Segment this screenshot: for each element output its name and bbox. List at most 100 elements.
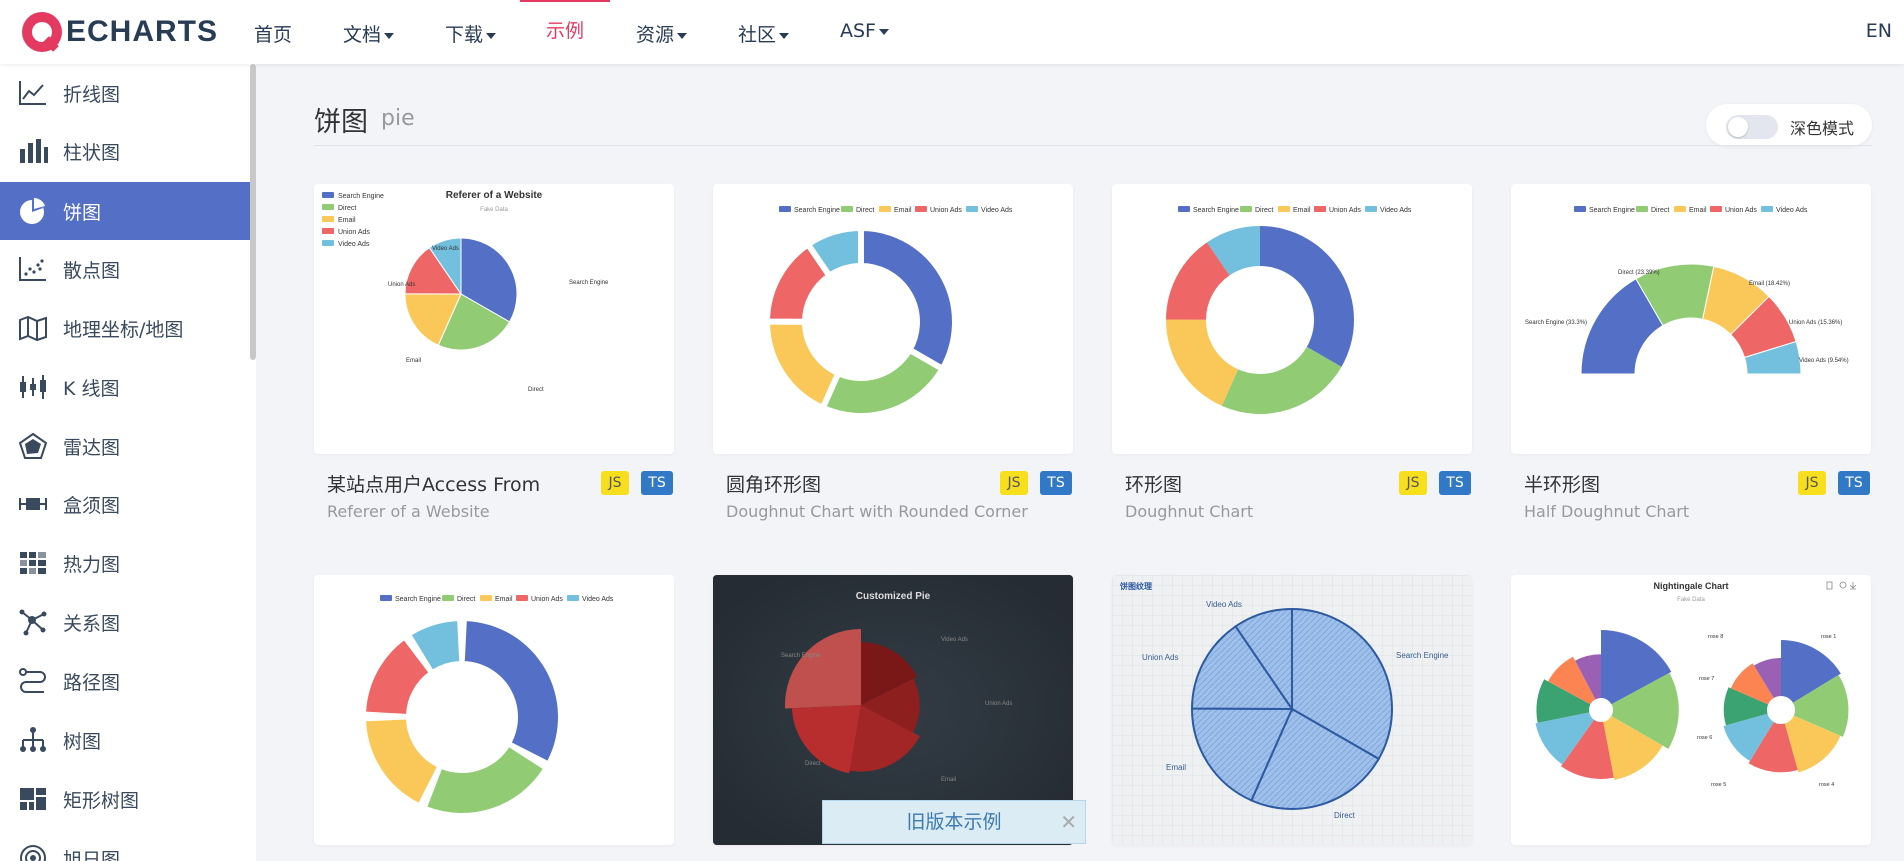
- sidebar-item-map[interactable]: 地理坐标/地图: [0, 299, 250, 357]
- svg-text:Video Ads: Video Ads: [582, 596, 614, 603]
- map-icon: [19, 315, 47, 342]
- bar-chart-icon: [20, 139, 48, 163]
- sidebar-item-lines[interactable]: 路径图: [0, 652, 250, 710]
- sidebar-scrollbar[interactable]: [250, 64, 256, 360]
- language-switch[interactable]: EN: [1866, 20, 1892, 42]
- card-title[interactable]: 半环形图: [1524, 470, 1600, 497]
- doughnut-series: [366, 621, 558, 813]
- sidebar-item-tree[interactable]: 树图: [0, 711, 250, 769]
- pie-label: rose 8: [1708, 634, 1723, 640]
- svg-text:Direct: Direct: [856, 207, 874, 214]
- js-badge[interactable]: JS: [1798, 471, 1826, 495]
- card-subtitle: Doughnut Chart: [1125, 502, 1254, 521]
- chart-type-sidebar: 折线图 柱状图 饼图 散点图 地理坐标/地图 K 线图 雷达图 盒须图 热力图 …: [0, 64, 256, 861]
- chart-preview: 饼图纹理 Video Ads Union Ads Email Direct Se…: [1112, 575, 1472, 845]
- old-version-label: 旧版本示例: [906, 811, 1002, 833]
- sidebar-item-label: 树图: [63, 730, 102, 753]
- sidebar-item-heatmap[interactable]: 热力图: [0, 534, 250, 592]
- sidebar-item-treemap[interactable]: 矩形树图: [0, 770, 250, 828]
- echarts-logo[interactable]: ECHARTS: [22, 10, 218, 54]
- sidebar-item-graph[interactable]: 关系图: [0, 593, 250, 651]
- pie-slice: [427, 747, 543, 813]
- example-card-doughnut-rounded[interactable]: Search Engine Direct Email Union Ads Vid…: [713, 184, 1073, 454]
- pie-slice: [366, 640, 429, 714]
- sidebar-item-candlestick[interactable]: K 线图: [0, 358, 250, 416]
- card-subtitle: Referer of a Website: [327, 502, 490, 521]
- ts-badge[interactable]: TS: [1040, 471, 1072, 495]
- js-badge[interactable]: JS: [601, 471, 629, 495]
- sidebar-item-radar[interactable]: 雷达图: [0, 417, 250, 475]
- example-card-nightingale[interactable]: Nightingale Chart Fake Data rose 8 rose …: [1511, 575, 1871, 845]
- example-card-doughnut[interactable]: Search Engine Direct Email Union Ads Vid…: [1112, 184, 1472, 454]
- card-title[interactable]: 圆角环形图: [726, 470, 821, 497]
- sidebar-item-label: 热力图: [63, 553, 121, 576]
- sidebar-item-boxplot[interactable]: 盒须图: [0, 475, 250, 533]
- nav-asf[interactable]: ASF: [840, 20, 889, 42]
- tree-icon: [20, 727, 46, 752]
- svg-text:Search Engine: Search Engine: [1589, 207, 1635, 214]
- sidebar-item-label: 地理坐标/地图: [63, 318, 184, 341]
- example-card-doughnut-pad-angle[interactable]: Search Engine Direct Email Union Ads Vid…: [314, 575, 674, 845]
- svg-text:Union Ads: Union Ads: [1725, 207, 1757, 214]
- toggle-knob: [1728, 117, 1748, 137]
- restore-icon: [1839, 581, 1847, 589]
- svg-text:Video Ads: Video Ads: [1380, 207, 1412, 214]
- dark-mode-toggle[interactable]: 深色模式: [1706, 104, 1872, 146]
- sidebar-item-label: 矩形树图: [63, 789, 140, 812]
- lines-icon: [19, 668, 46, 693]
- ts-badge[interactable]: TS: [1439, 471, 1471, 495]
- ts-badge[interactable]: TS: [1838, 471, 1870, 495]
- boxplot-icon: [19, 498, 47, 510]
- old-version-examples-banner[interactable]: 旧版本示例 ✕: [822, 800, 1086, 844]
- sidebar-item-label: 柱状图: [63, 141, 121, 164]
- js-badge[interactable]: JS: [1000, 471, 1028, 495]
- scatter-chart-icon: [19, 257, 46, 281]
- toggle-track[interactable]: [1726, 115, 1778, 139]
- pie-slice: [818, 345, 947, 419]
- pie-label: Email: [941, 777, 956, 783]
- svg-text:Union Ads: Union Ads: [531, 596, 563, 603]
- card-title[interactable]: 环形图: [1125, 470, 1182, 497]
- pie-slice: [366, 719, 437, 803]
- js-badge[interactable]: JS: [1399, 471, 1427, 495]
- chevron-down-icon: [384, 32, 395, 39]
- example-card-half-doughnut[interactable]: Search Engine Direct Email Union Ads Vid…: [1511, 184, 1871, 454]
- sunburst-icon: [20, 845, 46, 861]
- chart-preview: Search Engine Direct Email Union Ads Vid…: [1166, 206, 1412, 414]
- sidebar-item-sunburst[interactable]: 旭日图: [0, 829, 250, 861]
- chart-subtitle: Fake Data: [1677, 597, 1705, 603]
- nav-download[interactable]: 下载: [445, 20, 497, 47]
- toolbox[interactable]: [1826, 581, 1857, 590]
- chart-preview: Search Engine Direct Email Union Ads Vid…: [763, 206, 1013, 419]
- pie-label: Search Engine: [569, 280, 609, 286]
- pie-label: Direct: [528, 387, 544, 393]
- sidebar-item-line[interactable]: 折线图: [0, 64, 250, 122]
- rose-series: [1535, 630, 1679, 780]
- nav-resources[interactable]: 资源: [636, 20, 688, 47]
- pie-label: rose 7: [1699, 676, 1714, 682]
- close-icon[interactable]: ✕: [1060, 801, 1077, 843]
- sidebar-item-scatter[interactable]: 散点图: [0, 240, 250, 298]
- card-title[interactable]: 某站点用户Access From: [327, 470, 540, 497]
- legend-item: Direct: [338, 205, 356, 212]
- sidebar-item-label: 旭日图: [63, 848, 121, 861]
- logo-text: ECHARTS: [66, 15, 219, 48]
- nav-examples[interactable]: 示例: [546, 16, 584, 43]
- nav-community[interactable]: 社区: [738, 20, 790, 47]
- legend-item: Email: [338, 217, 356, 224]
- sidebar-item-bar[interactable]: 柱状图: [0, 122, 250, 180]
- nav-home[interactable]: 首页: [254, 20, 292, 47]
- pie-label: Search Engine: [1396, 651, 1449, 660]
- logo-icon: [22, 12, 62, 52]
- example-card-pie-texture[interactable]: 饼图纹理 Video Ads Union Ads Email Direct Se…: [1112, 575, 1472, 845]
- ts-badge[interactable]: TS: [641, 471, 673, 495]
- graph-icon: [19, 609, 47, 636]
- chart-title: Referer of a Website: [446, 190, 543, 201]
- pie-label: Search Engine (33.3%): [1525, 320, 1587, 326]
- sidebar-item-label: 雷达图: [63, 436, 121, 459]
- nav-docs[interactable]: 文档: [343, 20, 395, 47]
- sidebar-item-label: 盒须图: [63, 494, 121, 517]
- sidebar-item-pie[interactable]: 饼图: [0, 182, 250, 240]
- sidebar-item-label: 路径图: [63, 671, 121, 694]
- example-card-pie-simple[interactable]: Search Engine Direct Email Union Ads Vid…: [314, 184, 674, 454]
